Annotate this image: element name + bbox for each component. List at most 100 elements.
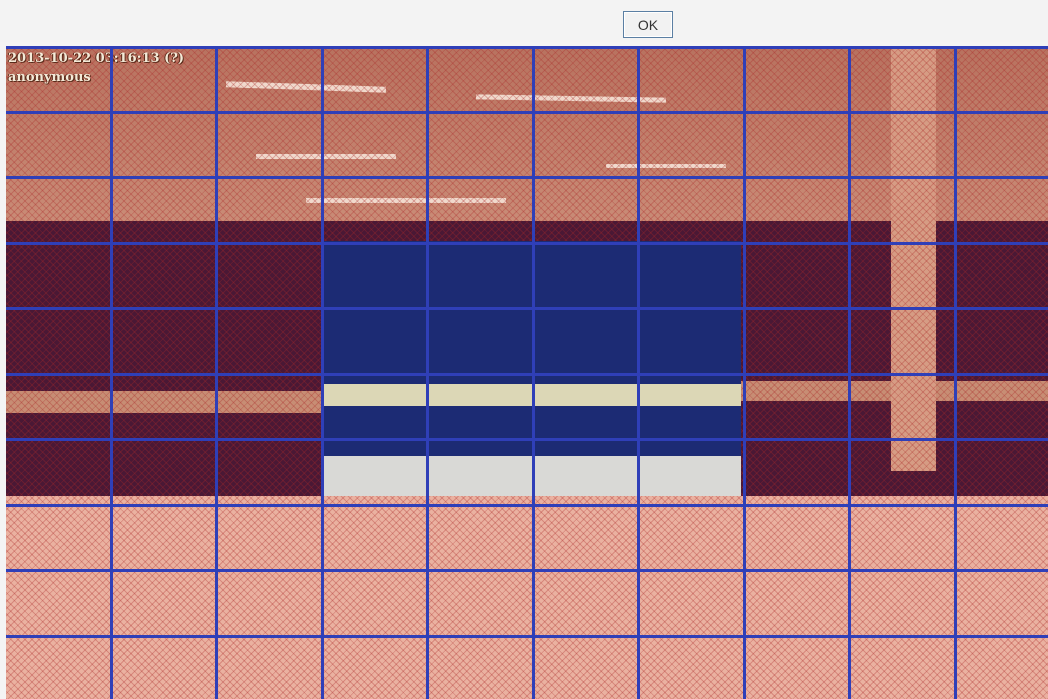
grid-cell[interactable] <box>428 636 534 699</box>
grid-cell[interactable] <box>323 308 429 374</box>
grid-cell[interactable] <box>112 636 218 699</box>
grid-cell[interactable] <box>323 570 429 636</box>
grid-cell[interactable] <box>850 505 956 571</box>
grid-cell[interactable] <box>112 177 218 243</box>
grid-cell[interactable] <box>639 374 745 440</box>
grid-cell[interactable] <box>112 374 218 440</box>
grid-cell[interactable] <box>534 570 640 636</box>
grid-cell[interactable] <box>323 374 429 440</box>
ok-button[interactable]: OK <box>623 11 673 38</box>
grid-cell[interactable] <box>112 243 218 309</box>
grid-cell[interactable] <box>217 636 323 699</box>
grid-cell[interactable] <box>956 177 1048 243</box>
grid-cell[interactable] <box>956 243 1048 309</box>
grid-cell[interactable] <box>6 636 112 699</box>
grid-cell[interactable] <box>850 112 956 178</box>
grid-cell[interactable] <box>639 505 745 571</box>
grid-cell[interactable] <box>534 505 640 571</box>
grid-cell[interactable] <box>534 112 640 178</box>
grid-cell[interactable] <box>534 636 640 699</box>
grid-cell[interactable] <box>534 439 640 505</box>
grid-cell[interactable] <box>745 505 851 571</box>
grid-cell[interactable] <box>6 570 112 636</box>
grid-cell[interactable] <box>428 112 534 178</box>
grid-cell[interactable] <box>428 505 534 571</box>
grid-cell[interactable] <box>6 177 112 243</box>
grid-cell[interactable] <box>745 243 851 309</box>
grid-cell[interactable] <box>534 308 640 374</box>
grid-cell[interactable] <box>639 243 745 309</box>
grid-cell[interactable] <box>639 112 745 178</box>
grid-cell[interactable] <box>745 374 851 440</box>
grid-cell[interactable] <box>6 505 112 571</box>
grid-cell[interactable] <box>745 46 851 112</box>
grid-cell[interactable] <box>217 505 323 571</box>
grid-cell[interactable] <box>323 177 429 243</box>
grid-cell[interactable] <box>217 308 323 374</box>
grid-cell[interactable] <box>745 112 851 178</box>
grid-cell[interactable] <box>112 505 218 571</box>
grid-cell[interactable] <box>956 46 1048 112</box>
grid-cell[interactable] <box>323 505 429 571</box>
grid-cell[interactable] <box>956 570 1048 636</box>
grid-cell[interactable] <box>217 243 323 309</box>
grid-cell[interactable] <box>6 243 112 309</box>
grid-cell[interactable] <box>112 46 218 112</box>
grid-cell[interactable] <box>428 243 534 309</box>
grid-cell[interactable] <box>323 243 429 309</box>
grid-cell[interactable] <box>534 177 640 243</box>
grid-cell[interactable] <box>745 439 851 505</box>
grid-cell[interactable] <box>428 46 534 112</box>
grid-cell[interactable] <box>639 177 745 243</box>
grid-cell[interactable] <box>428 177 534 243</box>
grid-cell[interactable] <box>6 439 112 505</box>
grid-cell[interactable] <box>112 308 218 374</box>
grid-cell[interactable] <box>850 439 956 505</box>
grid-cell[interactable] <box>323 439 429 505</box>
grid-cell[interactable] <box>534 46 640 112</box>
grid-cell[interactable] <box>745 636 851 699</box>
grid-cell[interactable] <box>850 374 956 440</box>
grid-cell[interactable] <box>428 308 534 374</box>
grid-cell[interactable] <box>956 505 1048 571</box>
grid-cell[interactable] <box>217 374 323 440</box>
grid-cell[interactable] <box>956 308 1048 374</box>
grid-cell[interactable] <box>850 177 956 243</box>
grid-cell[interactable] <box>428 570 534 636</box>
grid-cell[interactable] <box>323 112 429 178</box>
grid-cell[interactable] <box>745 570 851 636</box>
grid-cell[interactable] <box>217 46 323 112</box>
grid-cell[interactable] <box>428 439 534 505</box>
grid-cell[interactable] <box>639 46 745 112</box>
grid-cell[interactable] <box>639 636 745 699</box>
grid-cell[interactable] <box>217 177 323 243</box>
grid-cell[interactable] <box>850 636 956 699</box>
grid-cell[interactable] <box>323 636 429 699</box>
grid-cell[interactable] <box>850 243 956 309</box>
grid-cell[interactable] <box>639 570 745 636</box>
grid-cell[interactable] <box>745 177 851 243</box>
grid-cell[interactable] <box>956 636 1048 699</box>
grid-cell[interactable] <box>639 439 745 505</box>
grid-cell[interactable] <box>6 308 112 374</box>
grid-cell[interactable] <box>850 46 956 112</box>
grid-cell[interactable] <box>112 439 218 505</box>
grid-cell[interactable] <box>850 308 956 374</box>
grid-cell[interactable] <box>112 570 218 636</box>
grid-cell[interactable] <box>217 570 323 636</box>
grid-cell[interactable] <box>6 374 112 440</box>
grid-cell[interactable] <box>956 439 1048 505</box>
grid-cell[interactable] <box>956 374 1048 440</box>
grid-cell[interactable] <box>639 308 745 374</box>
grid-cell[interactable] <box>323 46 429 112</box>
grid-cell[interactable] <box>6 112 112 178</box>
grid-cell[interactable] <box>745 308 851 374</box>
grid-cell[interactable] <box>217 439 323 505</box>
grid-cell[interactable] <box>112 112 218 178</box>
grid-cell[interactable] <box>534 243 640 309</box>
grid-cell[interactable] <box>6 46 112 112</box>
grid-cell[interactable] <box>850 570 956 636</box>
grid-cell[interactable] <box>956 112 1048 178</box>
grid-cell[interactable] <box>534 374 640 440</box>
grid-cell[interactable] <box>217 112 323 178</box>
